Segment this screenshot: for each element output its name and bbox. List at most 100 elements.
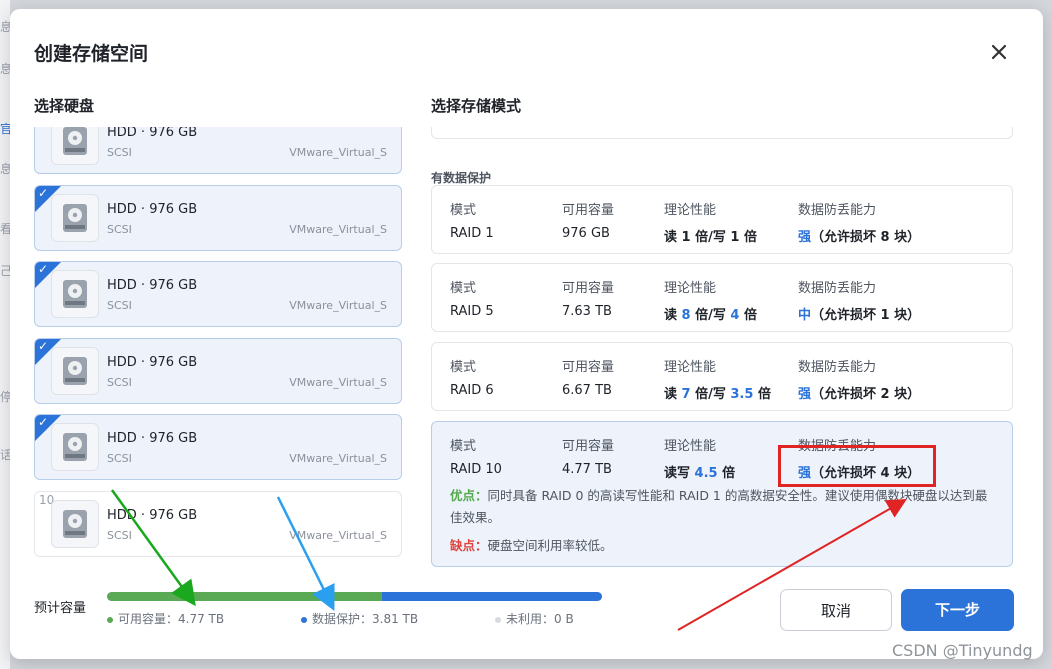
cancel-button[interactable]: 取消: [780, 589, 892, 631]
checkmark-icon: ✓: [38, 339, 49, 353]
raid-card[interactable]: 模式 可用容量 理论性能 数据防丢能力 RAID 5 7.63 TB 读 8 倍…: [431, 263, 1013, 332]
pros-label: 优点：: [450, 488, 488, 503]
checkmark-icon: ✓: [38, 415, 49, 429]
disk-name: HDD · 976 GB: [107, 202, 198, 217]
annotation-highlight-box: [778, 445, 936, 487]
background-glyph: 官: [0, 122, 10, 136]
cons-text: 硬盘空间利用率较低。: [487, 538, 613, 553]
raid-capacity: 976 GB: [562, 226, 610, 241]
protection-text: （允许损坏 2 块）: [811, 387, 921, 402]
disk-name: HDD · 976 GB: [107, 431, 198, 446]
capacity-bar-protection: [382, 592, 602, 601]
background-window: 息 息 官 息 看 己 停 话: [0, 0, 10, 669]
raid-protection: 中（允许损坏 1 块）: [798, 304, 920, 323]
perf-text: 倍/写: [690, 230, 731, 245]
header-performance: 理论性能: [664, 439, 717, 454]
legend-value: 4.77 TB: [178, 612, 225, 626]
header-mode: 模式: [450, 360, 477, 375]
raid-protection: 强（允许损坏 2 块）: [798, 383, 920, 402]
mode-list[interactable]: 有数据保护 模式 可用容量 理论性能 数据防丢能力 RAID 1 976 GB …: [431, 127, 1015, 572]
perf-value: 8: [681, 308, 691, 323]
legend-dot: [301, 616, 307, 623]
header-capacity: 可用容量: [562, 281, 615, 296]
cons-description: 缺点：硬盘空间利用率较低。: [450, 535, 998, 557]
header-mode: 模式: [450, 439, 477, 454]
pros-text: 同时具备 RAID 0 的高读写性能和 RAID 1 的高数据安全性。建议使用偶…: [450, 488, 988, 525]
perf-value: 1: [681, 230, 691, 245]
legend-label: 未利用：: [506, 612, 555, 626]
legend-label: 数据保护：: [312, 612, 373, 626]
disk-item[interactable]: HDD · 976 GB SCSI VMware_Virtual_S: [34, 127, 402, 174]
background-glyph: 息: [0, 20, 10, 34]
capacity-bar-available: [107, 592, 383, 601]
disk-item[interactable]: ✓ HDD · 976 GB SCSI VMware_Virtual_S: [34, 338, 402, 404]
hdd-icon: [51, 127, 99, 165]
protection-level: 中: [798, 308, 812, 323]
perf-text: 倍/写: [690, 387, 731, 402]
disk-item[interactable]: ✓ HDD · 976 GB SCSI VMware_Virtual_S: [34, 261, 402, 327]
disk-section-title: 选择硬盘: [34, 97, 95, 115]
perf-text: 读: [664, 308, 682, 323]
background-glyph: 己: [0, 264, 10, 278]
background-glyph: 息: [0, 62, 10, 76]
perf-value: 7: [681, 387, 691, 402]
disk-model: VMware_Virtual_S: [289, 452, 387, 465]
header-mode: 模式: [450, 203, 477, 218]
estimate-label: 预计容量: [34, 601, 87, 616]
protection-level: 强: [798, 230, 812, 245]
next-button[interactable]: 下一步: [901, 589, 1014, 631]
disk-item[interactable]: 10 HDD · 976 GB SCSI VMware_Virtual_S: [34, 491, 402, 557]
disk-item[interactable]: ✓ HDD · 976 GB SCSI VMware_Virtual_S: [34, 414, 402, 480]
perf-text: 倍: [739, 230, 757, 245]
raid-card-selected[interactable]: 模式 可用容量 理论性能 数据防丢能力 RAID 10 4.77 TB 读写 4…: [431, 421, 1013, 567]
raid-performance: 读写 4.5 倍: [664, 462, 735, 481]
disk-bus: SCSI: [107, 529, 132, 542]
raid-protection: 强（允许损坏 8 块）: [798, 226, 920, 245]
background-glyph: 息: [0, 162, 10, 176]
protection-text: （允许损坏 1 块）: [811, 308, 921, 323]
protection-text: （允许损坏 8 块）: [811, 230, 921, 245]
disk-model: VMware_Virtual_S: [289, 299, 387, 312]
hdd-icon: [51, 500, 99, 548]
disk-bus: SCSI: [107, 146, 132, 159]
disk-name: HDD · 976 GB: [107, 278, 198, 293]
disk-list[interactable]: HDD · 976 GB SCSI VMware_Virtual_S ✓ HDD…: [34, 127, 406, 557]
disk-model: VMware_Virtual_S: [289, 376, 387, 389]
disk-bus: SCSI: [107, 299, 132, 312]
disk-bus: SCSI: [107, 376, 132, 389]
checkmark-icon: ✓: [38, 262, 49, 276]
disk-model: VMware_Virtual_S: [289, 223, 387, 236]
hdd-icon: [51, 347, 99, 395]
protection-level: 强: [798, 387, 812, 402]
disk-model: VMware_Virtual_S: [289, 146, 387, 159]
background-glyph: 停: [0, 390, 10, 404]
header-performance: 理论性能: [664, 203, 717, 218]
header-mode: 模式: [450, 281, 477, 296]
hdd-icon: [51, 270, 99, 318]
perf-text: 读写: [664, 466, 695, 481]
raid-performance: 读 1 倍/写 1 倍: [664, 226, 757, 245]
header-protection: 数据防丢能力: [798, 360, 877, 375]
legend-value: 0 B: [554, 612, 574, 626]
raid-capacity: 6.67 TB: [562, 383, 612, 398]
header-capacity: 可用容量: [562, 203, 615, 218]
raid-mode: RAID 1: [450, 226, 494, 241]
raid-card[interactable]: 模式 可用容量 理论性能 数据防丢能力 RAID 1 976 GB 读 1 倍/…: [431, 185, 1013, 254]
legend-dot: [495, 616, 501, 623]
legend-protection: 数据保护：3.81 TB: [301, 610, 418, 627]
disk-bus: SCSI: [107, 223, 132, 236]
pros-description: 优点：同时具备 RAID 0 的高读写性能和 RAID 1 的高数据安全性。建议…: [450, 485, 998, 529]
raid-mode: RAID 6: [450, 383, 494, 398]
perf-value: 4.5: [694, 466, 718, 481]
disk-item[interactable]: ✓ HDD · 976 GB SCSI VMware_Virtual_S: [34, 185, 402, 251]
perf-text: 倍: [717, 466, 736, 481]
raid-card[interactable]: 模式 可用容量 理论性能 数据防丢能力 RAID 6 6.67 TB 读 7 倍…: [431, 342, 1013, 411]
disk-model: VMware_Virtual_S: [289, 529, 387, 542]
close-icon[interactable]: [988, 41, 1010, 63]
background-glyph: 话: [0, 448, 10, 462]
hdd-icon: [51, 194, 99, 242]
previous-card-edge: [431, 127, 1013, 139]
raid-capacity: 4.77 TB: [562, 462, 612, 477]
perf-text: 倍/写: [690, 308, 731, 323]
group-label: 有数据保护: [431, 171, 492, 185]
